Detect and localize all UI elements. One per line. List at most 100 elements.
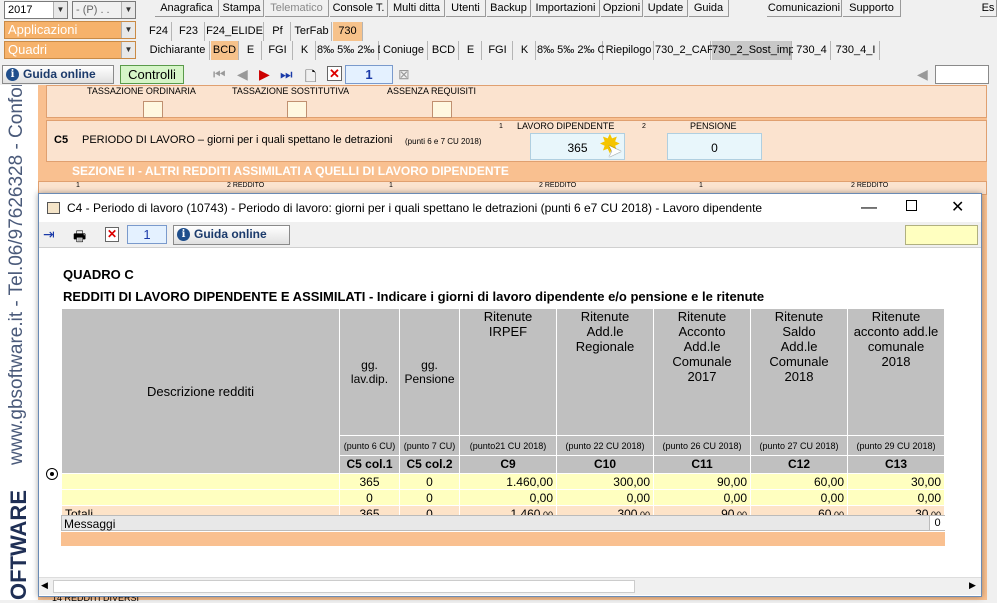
tab-riepilogo[interactable]: Riepilogo (604, 41, 654, 60)
header-c13: Ritenute acconto add.le comunale 2018 (847, 307, 945, 437)
dialog-titlebar: C4 - Periodo di lavoro (10743) - Periodo… (39, 194, 981, 222)
col-number: 1 (699, 182, 703, 189)
menu-button-anagrafica[interactable]: Anagrafica (155, 0, 219, 17)
close-icon[interactable]: ✕ (951, 194, 964, 222)
back-arrow-icon[interactable]: ◀ (917, 66, 928, 83)
table-row[interactable]: 365 0 1.460,00 300,00 90,00 60,00 30,00 (61, 473, 945, 490)
note-c5-col2: (punto 7 CU) (399, 435, 460, 456)
comunicazioni-button[interactable]: Comunicazioni (767, 0, 842, 17)
maximize-icon[interactable] (906, 200, 917, 211)
menu-button-telematico[interactable]: Telematico (265, 0, 329, 17)
menu-button-backup[interactable]: Backup (487, 0, 531, 17)
delete-icon[interactable]: ✕ (105, 227, 119, 242)
row-desc[interactable] (61, 473, 340, 490)
applicazioni-select[interactable]: Applicazioni ▼ (4, 21, 136, 39)
assenza-requisiti-checkbox[interactable] (432, 101, 452, 118)
controlli-button[interactable]: Controlli (120, 65, 184, 84)
tab-coniuge[interactable]: Coniuge (380, 41, 428, 60)
row-desc[interactable] (61, 489, 340, 506)
chevron-down-icon[interactable]: ▼ (121, 42, 135, 58)
next-page-icon[interactable]: ▶ (259, 66, 270, 83)
tab-730-2-caf[interactable]: 730_2_CAF (655, 41, 714, 60)
tab-k[interactable]: K (294, 41, 316, 60)
row-pens[interactable]: 0 (399, 473, 460, 490)
tab-bcd[interactable]: BCD (211, 41, 239, 60)
c5-label: PERIODO DI LAVORO – giorni per i quali s… (82, 134, 393, 146)
row-c11[interactable]: 0,00 (653, 489, 751, 506)
guida-online-button[interactable]: i Guida online (2, 65, 114, 84)
row-lav[interactable]: 0 (339, 489, 400, 506)
tab-dichiarante[interactable]: Dichiarante (146, 41, 210, 60)
menu-button-update[interactable]: Update (644, 0, 688, 17)
horizontal-scrollbar[interactable]: ◀ ▶ (39, 577, 981, 595)
pensione-field[interactable]: 0 (667, 133, 762, 160)
c5-row: C5 PERIODO DI LAVORO – giorni per i qual… (46, 120, 987, 162)
tab-fgi[interactable]: FGI (263, 41, 293, 60)
row-c9[interactable]: 0,00 (459, 489, 557, 506)
row-c10[interactable]: 0,00 (556, 489, 654, 506)
menu-button-utenti[interactable]: Utenti (446, 0, 486, 17)
menu-button-multi-ditta[interactable]: Multi ditta (389, 0, 445, 17)
print-icon[interactable]: 🖶 (73, 226, 86, 250)
last-page-icon[interactable]: ⏭ (280, 66, 293, 83)
menu-button-opzioni[interactable]: Opzioni (601, 0, 643, 17)
supporto-button[interactable]: Supporto (843, 0, 901, 17)
delete-page-icon[interactable]: ✕ (327, 66, 342, 81)
tab-f23[interactable]: F23 (173, 22, 205, 41)
row-c11[interactable]: 90,00 (653, 473, 751, 490)
first-page-icon[interactable]: ⏮ (213, 66, 226, 83)
es-button[interactable]: Es (980, 0, 997, 17)
scroll-right-icon[interactable]: ▶ (969, 580, 976, 591)
tab-bcd[interactable]: BCD (429, 41, 459, 60)
row-c10[interactable]: 300,00 (556, 473, 654, 490)
row-pens[interactable]: 0 (399, 489, 460, 506)
row-c13[interactable]: 0,00 (847, 489, 945, 506)
chevron-down-icon[interactable]: ▼ (53, 2, 67, 18)
menu-button-stampa[interactable]: Stampa (220, 0, 264, 17)
row-selector-icon[interactable] (46, 468, 58, 480)
exit-icon[interactable]: ⇥ (43, 226, 55, 243)
module-tabs: F24 F23 F24_ELIDE Pf TerFab 730 (146, 22, 416, 41)
menu-button-importazioni[interactable]: Importazioni (532, 0, 600, 17)
row-lav[interactable]: 365 (339, 473, 400, 490)
tab-730-4[interactable]: 730_4 (793, 41, 831, 60)
menu-button-console-t[interactable]: Console T. (330, 0, 388, 17)
tab-730[interactable]: 730 (333, 22, 363, 41)
tab-f24[interactable]: F24 (146, 22, 172, 41)
prev-page-icon[interactable]: ◀ (237, 66, 248, 83)
tab-pf[interactable]: Pf (265, 22, 291, 41)
tassazione-sostitutiva-checkbox[interactable] (287, 101, 307, 118)
tab-8-5-2-c[interactable]: 8‰ 5‰ 2‰ C (537, 41, 605, 60)
tab-e[interactable]: E (240, 41, 262, 60)
tab-730-4-i[interactable]: 730_4_I (832, 41, 880, 60)
tab-730-2-sost-imp[interactable]: 730_2_Sost_imp (712, 41, 795, 60)
dialog-guida-online-button[interactable]: i Guida online (173, 225, 290, 245)
table-row[interactable]: 0 0 0,00 0,00 0,00 0,00 0,00 (61, 489, 945, 506)
search-field[interactable] (935, 65, 989, 84)
tab-8-5-2-d[interactable]: 8‰ 5‰ 2‰ D (317, 41, 385, 60)
tab-k[interactable]: K (514, 41, 536, 60)
menu-button-guida[interactable]: Guida (689, 0, 729, 17)
row-c13[interactable]: 30,00 (847, 473, 945, 490)
tab-f24-elide[interactable]: F24_ELIDE (206, 22, 264, 41)
quadro-title: QUADRO C (63, 267, 134, 282)
tab-fgi[interactable]: FGI (483, 41, 513, 60)
dialog-page-field[interactable]: 1 (127, 225, 167, 244)
row-c12[interactable]: 0,00 (750, 489, 848, 506)
tassazione-ordinaria-checkbox[interactable] (143, 101, 163, 118)
profile-select[interactable]: - (P) . . ▼ (72, 1, 136, 19)
year-select[interactable]: 2017 ▼ (4, 1, 68, 19)
chevron-down-icon[interactable]: ▼ (121, 22, 135, 38)
page-number-field[interactable]: 1 (345, 65, 393, 84)
scroll-thumb[interactable] (53, 580, 635, 593)
cancel-icon[interactable]: ⊠ (398, 66, 410, 83)
chevron-down-icon[interactable]: ▼ (121, 2, 135, 18)
minimize-icon[interactable]: — (861, 194, 877, 222)
quadri-select[interactable]: Quadri ▼ (4, 41, 136, 59)
tab-terfab[interactable]: TerFab (292, 22, 332, 41)
scroll-left-icon[interactable]: ◀ (41, 580, 48, 591)
row-c9[interactable]: 1.460,00 (459, 473, 557, 490)
tab-e[interactable]: E (460, 41, 482, 60)
profile-value: - (P) . . (76, 4, 110, 16)
row-c12[interactable]: 60,00 (750, 473, 848, 490)
